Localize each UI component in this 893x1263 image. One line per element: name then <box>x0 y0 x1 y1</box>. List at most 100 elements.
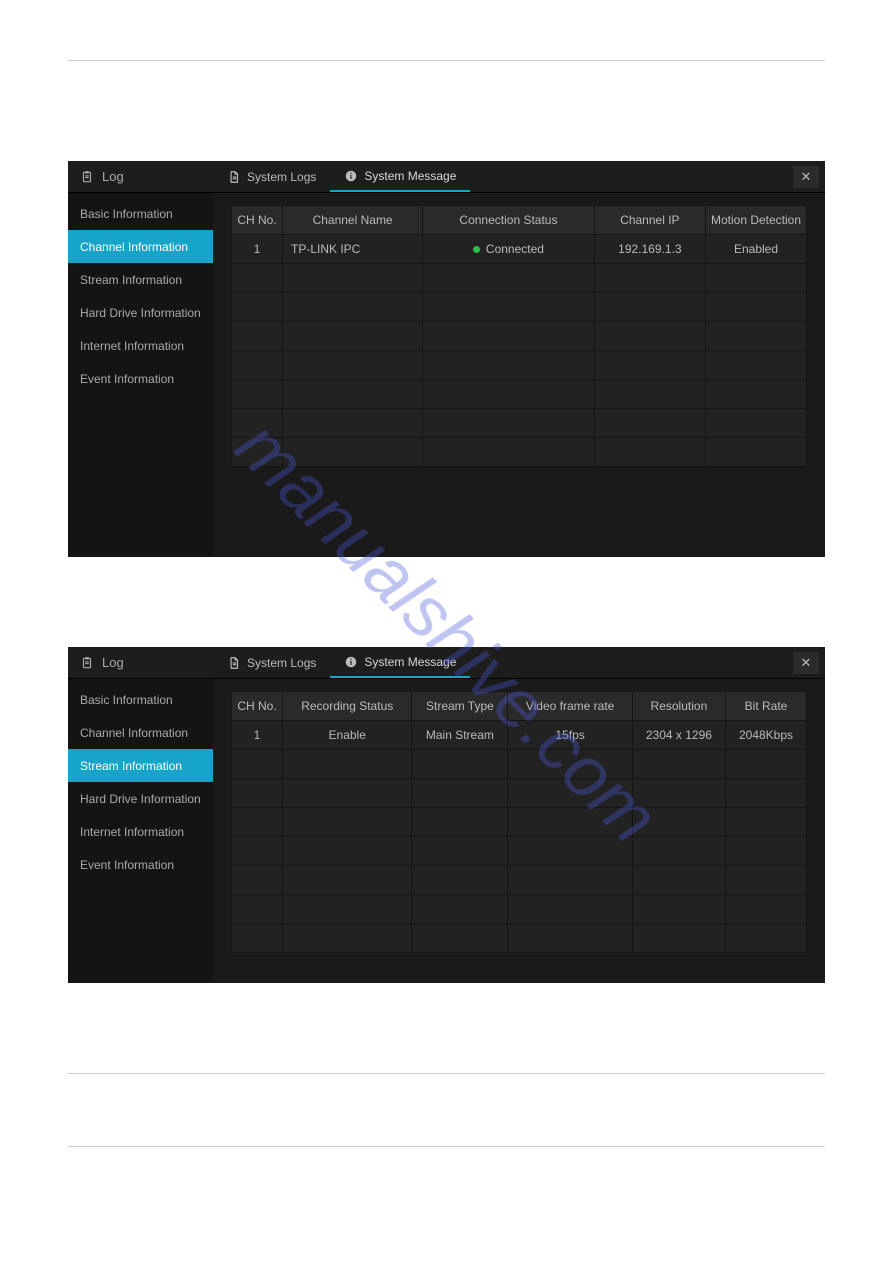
table-row-empty <box>232 779 806 807</box>
tabs: System Logs System Message <box>213 161 470 192</box>
cell-bit-rate: 2048Kbps <box>726 721 806 749</box>
close-button[interactable]: ✕ <box>793 652 819 674</box>
log-panel-stream-info: Log System Logs <box>68 647 825 983</box>
panel-title: Log <box>102 655 124 670</box>
col-channel-ip: Channel IP <box>595 206 705 234</box>
content-area: CH No. Recording Status Stream Type Vide… <box>213 679 825 983</box>
sidebar-item-label: Event Information <box>80 858 174 872</box>
table-row-empty <box>232 264 806 292</box>
table-row-empty <box>232 808 806 836</box>
content-area: CH No. Channel Name Connection Status Ch… <box>213 193 825 557</box>
table-row-empty <box>232 322 806 350</box>
sidebar-item-event-info[interactable]: Event Information <box>68 848 213 881</box>
panel-title: Log <box>102 169 124 184</box>
status-text: Connected <box>486 242 544 256</box>
table-row-empty <box>232 866 806 894</box>
clipboard-icon <box>80 656 94 670</box>
close-icon: ✕ <box>801 655 812 671</box>
panel-title-wrap: Log <box>68 655 213 670</box>
sidebar-item-label: Internet Information <box>80 825 184 839</box>
sidebar-item-stream-info[interactable]: Stream Information <box>68 263 213 296</box>
cell-ch-no: 1 <box>232 235 282 263</box>
cell-resolution: 2304 x 1296 <box>633 721 725 749</box>
col-bit-rate: Bit Rate <box>726 692 806 720</box>
sidebar-item-hard-drive-info[interactable]: Hard Drive Information <box>68 296 213 329</box>
sidebar-item-channel-info[interactable]: Channel Information <box>68 230 213 263</box>
cell-motion-detection: Enabled <box>706 235 806 263</box>
panel-header: Log System Logs <box>68 161 825 193</box>
log-panel-channel-info: Log System Logs <box>68 161 825 557</box>
tab-system-message[interactable]: System Message <box>330 647 470 678</box>
sidebar-item-hard-drive-info[interactable]: Hard Drive Information <box>68 782 213 815</box>
doc-icon <box>227 170 241 184</box>
channel-info-table: CH No. Channel Name Connection Status Ch… <box>231 205 807 467</box>
col-resolution: Resolution <box>633 692 725 720</box>
cell-video-frame-rate: 15fps <box>508 721 631 749</box>
close-icon: ✕ <box>801 169 812 185</box>
table-row-empty <box>232 409 806 437</box>
cell-stream-type: Main Stream <box>412 721 507 749</box>
col-ch-no: CH No. <box>232 692 282 720</box>
sidebar-item-label: Stream Information <box>80 273 182 287</box>
sidebar-item-label: Basic Information <box>80 693 173 707</box>
table-row-empty <box>232 380 806 408</box>
sidebar-item-label: Hard Drive Information <box>80 306 201 320</box>
tab-system-logs[interactable]: System Logs <box>213 647 330 678</box>
tab-label: System Message <box>364 655 456 669</box>
sidebar-item-label: Basic Information <box>80 207 173 221</box>
cell-channel-ip: 192.169.1.3 <box>595 235 705 263</box>
sidebar-item-internet-info[interactable]: Internet Information <box>68 815 213 848</box>
sidebar-item-label: Hard Drive Information <box>80 792 201 806</box>
table-header-row: CH No. Recording Status Stream Type Vide… <box>232 692 806 720</box>
sidebar-item-internet-info[interactable]: Internet Information <box>68 329 213 362</box>
sidebar-item-label: Stream Information <box>80 759 182 773</box>
tabs: System Logs System Message <box>213 647 470 678</box>
tab-label: System Logs <box>247 656 316 670</box>
stream-info-table: CH No. Recording Status Stream Type Vide… <box>231 691 807 953</box>
table-header-row: CH No. Channel Name Connection Status Ch… <box>232 206 806 234</box>
close-button[interactable]: ✕ <box>793 166 819 188</box>
sidebar-item-label: Internet Information <box>80 339 184 353</box>
cell-connection-status: Connected <box>423 235 594 263</box>
cell-channel-name: TP-LINK IPC <box>283 235 422 263</box>
table-row-empty <box>232 837 806 865</box>
table-row-empty <box>232 351 806 379</box>
sidebar: Basic Information Channel Information St… <box>68 679 213 983</box>
col-ch-no: CH No. <box>232 206 282 234</box>
col-motion-detection: Motion Detection <box>706 206 806 234</box>
sidebar-item-event-info[interactable]: Event Information <box>68 362 213 395</box>
info-icon <box>344 169 358 183</box>
sidebar: Basic Information Channel Information St… <box>68 193 213 557</box>
table-row-empty <box>232 924 806 952</box>
sidebar-item-stream-info[interactable]: Stream Information <box>68 749 213 782</box>
clipboard-icon <box>80 170 94 184</box>
col-connection-status: Connection Status <box>423 206 594 234</box>
status-dot-icon <box>473 246 480 253</box>
sidebar-item-label: Channel Information <box>80 726 188 740</box>
sidebar-item-channel-info[interactable]: Channel Information <box>68 716 213 749</box>
table-row: 1 TP-LINK IPC Connected 192.169.1.3 Enab… <box>232 235 806 263</box>
col-recording-status: Recording Status <box>283 692 411 720</box>
panel-title-wrap: Log <box>68 169 213 184</box>
col-video-frame-rate: Video frame rate <box>508 692 631 720</box>
table-row-empty <box>232 438 806 466</box>
tab-label: System Message <box>364 169 456 183</box>
tab-label: System Logs <box>247 170 316 184</box>
sidebar-item-basic-info[interactable]: Basic Information <box>68 197 213 230</box>
sidebar-item-basic-info[interactable]: Basic Information <box>68 683 213 716</box>
sidebar-item-label: Channel Information <box>80 240 188 254</box>
cell-recording-status: Enable <box>283 721 411 749</box>
tab-system-message[interactable]: System Message <box>330 161 470 192</box>
info-icon <box>344 655 358 669</box>
table-row-empty <box>232 293 806 321</box>
col-channel-name: Channel Name <box>283 206 422 234</box>
cell-ch-no: 1 <box>232 721 282 749</box>
table-row-empty <box>232 895 806 923</box>
table-row: 1 Enable Main Stream 15fps 2304 x 1296 2… <box>232 721 806 749</box>
panel-header: Log System Logs <box>68 647 825 679</box>
table-row-empty <box>232 750 806 778</box>
col-stream-type: Stream Type <box>412 692 507 720</box>
sidebar-item-label: Event Information <box>80 372 174 386</box>
tab-system-logs[interactable]: System Logs <box>213 161 330 192</box>
doc-icon <box>227 656 241 670</box>
